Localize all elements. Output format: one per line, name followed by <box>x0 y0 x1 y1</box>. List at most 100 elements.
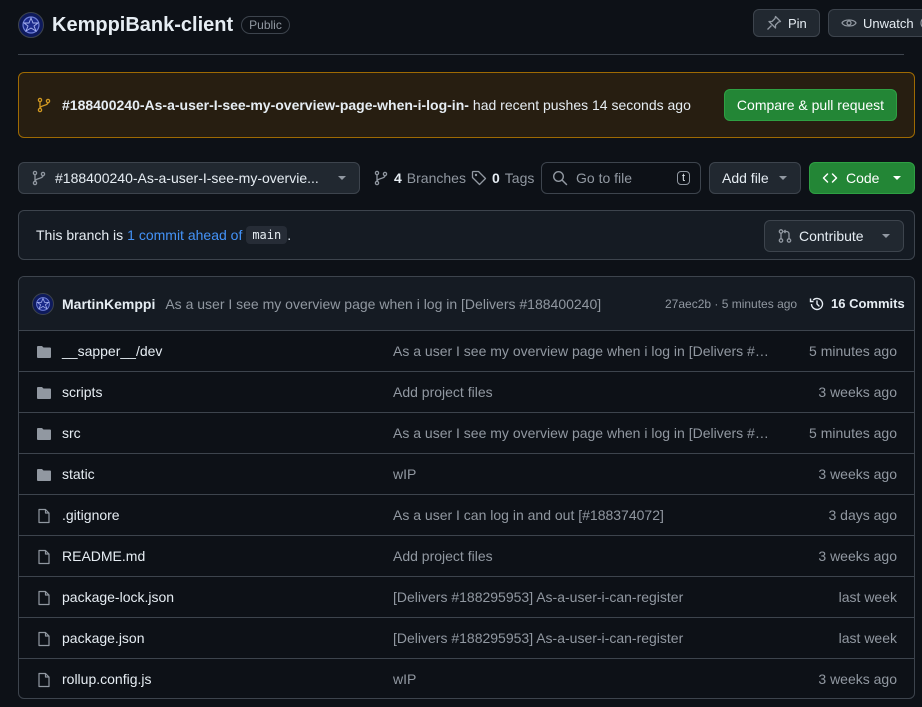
branch-icon <box>36 97 52 113</box>
folder-icon <box>36 426 52 442</box>
folder-icon <box>36 385 52 401</box>
file-icon <box>36 549 52 565</box>
file-name[interactable]: scripts <box>62 384 102 400</box>
caret-down-icon <box>778 173 788 183</box>
file-commit-date: 3 weeks ago <box>818 548 897 564</box>
history-icon <box>809 296 825 312</box>
file-name[interactable]: rollup.config.js <box>62 671 152 687</box>
owner-avatar[interactable] <box>18 12 44 38</box>
commit-sha-time[interactable]: 27aec2b · 5 minutes ago <box>665 297 797 311</box>
visibility-badge: Public <box>241 16 290 34</box>
header-actions: Pin Unwatch <box>753 9 922 37</box>
file-commit-message[interactable]: [Delivers #188295953] As-a-user-i-can-re… <box>393 589 773 605</box>
tags-count: 0 <box>492 170 500 186</box>
file-name[interactable]: src <box>62 425 81 441</box>
commit-message[interactable]: As a user I see my overview page when i … <box>165 296 601 312</box>
branches-label: Branches <box>406 170 466 186</box>
search-icon <box>552 170 568 186</box>
file-commit-date: last week <box>838 589 897 605</box>
compare-pull-request-button[interactable]: Compare & pull request <box>723 89 897 121</box>
contribute-label: Contribute <box>799 228 864 244</box>
file-row[interactable]: package-lock.json [Delivers #188295953] A… <box>19 577 914 618</box>
caret-down-icon <box>881 231 891 241</box>
eye-icon <box>841 15 857 31</box>
tags-label: Tags <box>504 170 535 186</box>
go-to-file-placeholder: Go to file <box>576 170 633 186</box>
file-commit-date: 3 weeks ago <box>818 671 897 687</box>
repo-header: KemppiBank-client Public <box>18 10 290 40</box>
file-commit-date: 5 minutes ago <box>809 425 897 441</box>
commits-ahead-link[interactable]: 1 commit ahead of <box>127 227 242 243</box>
latest-commit-row: MartinKemppi As a user I see my overview… <box>19 277 914 331</box>
author-avatar[interactable] <box>32 292 54 315</box>
pin-button[interactable]: Pin <box>753 9 820 37</box>
file-icon <box>36 508 52 524</box>
branch-selector[interactable]: #188400240-As-a-user-I-see-my-overvie... <box>18 162 360 194</box>
repo-toolbar: #188400240-As-a-user-I-see-my-overvie...… <box>18 162 915 194</box>
file-commit-date: 3 weeks ago <box>818 384 897 400</box>
file-commit-message[interactable]: Add project files <box>393 548 773 564</box>
file-commit-message[interactable]: As a user I see my overview page when i … <box>393 343 773 359</box>
file-row[interactable]: scripts Add project files 3 weeks ago <box>19 372 914 413</box>
file-row[interactable]: src As a user I see my overview page when… <box>19 413 914 454</box>
commits-history-link[interactable]: 16 Commits <box>809 296 905 312</box>
file-commit-message[interactable]: As a user I can log in and out [#1883740… <box>393 507 773 523</box>
pin-label: Pin <box>788 15 807 31</box>
branch-selector-label: #188400240-As-a-user-I-see-my-overvie... <box>55 170 319 186</box>
pushed-branch-name[interactable]: #188400240-As-a-user-I-see-my-overview-p… <box>62 97 469 113</box>
branch-icon <box>31 170 47 186</box>
go-to-file-input[interactable]: Go to file t <box>541 162 701 194</box>
file-commit-message[interactable]: wIP <box>393 466 773 482</box>
unwatch-label: Unwatch <box>863 15 914 31</box>
code-button[interactable]: Code <box>809 162 915 194</box>
recent-push-banner: #188400240-As-a-user-I-see-my-overview-p… <box>18 72 915 138</box>
folder-icon <box>36 344 52 360</box>
file-list: __sapper__/dev As a user I see my overvie… <box>19 331 914 698</box>
file-name[interactable]: README.md <box>62 548 145 564</box>
add-file-button[interactable]: Add file <box>709 162 801 194</box>
file-commit-message[interactable]: Add project files <box>393 384 773 400</box>
file-commit-date: last week <box>838 630 897 646</box>
unwatch-button[interactable]: Unwatch <box>828 9 922 37</box>
file-icon <box>36 631 52 647</box>
tag-icon <box>471 170 487 186</box>
file-commit-message[interactable]: As a user I see my overview page when i … <box>393 425 773 441</box>
caret-down-icon <box>892 173 902 183</box>
contribute-button[interactable]: Contribute <box>764 220 904 252</box>
file-row[interactable]: .gitignore As a user I can log in and out… <box>19 495 914 536</box>
file-name[interactable]: package-lock.json <box>62 589 174 605</box>
file-commit-date: 5 minutes ago <box>809 343 897 359</box>
file-icon <box>36 590 52 606</box>
pin-icon <box>766 15 782 31</box>
branches-link[interactable]: 4 Branches <box>373 162 466 194</box>
folder-icon <box>36 467 52 483</box>
code-label: Code <box>846 170 880 186</box>
add-file-label: Add file <box>722 170 769 186</box>
file-name[interactable]: .gitignore <box>62 507 120 523</box>
file-row[interactable]: README.md Add project files 3 weeks ago <box>19 536 914 577</box>
commit-author[interactable]: MartinKemppi <box>62 296 155 312</box>
push-message: had recent pushes 14 seconds ago <box>472 97 691 113</box>
base-branch: main <box>246 226 288 244</box>
file-table: MartinKemppi As a user I see my overview… <box>18 276 915 699</box>
code-icon <box>822 170 838 186</box>
file-commit-message[interactable]: [Delivers #188295953] As-a-user-i-can-re… <box>393 630 773 646</box>
header-divider <box>18 54 904 55</box>
file-name[interactable]: __sapper__/dev <box>62 343 162 359</box>
go-to-file-shortcut: t <box>676 171 690 185</box>
tags-link[interactable]: 0 Tags <box>471 162 534 194</box>
file-icon <box>36 672 52 688</box>
caret-down-icon <box>337 173 347 183</box>
commits-label: 16 Commits <box>831 296 905 311</box>
file-commit-date: 3 weeks ago <box>818 466 897 482</box>
file-name[interactable]: static <box>62 466 95 482</box>
file-row[interactable]: static wIP 3 weeks ago <box>19 454 914 495</box>
file-row[interactable]: __sapper__/dev As a user I see my overvie… <box>19 331 914 372</box>
ahead-suffix: . <box>287 227 292 243</box>
file-row[interactable]: rollup.config.js wIP 3 weeks ago <box>19 659 914 698</box>
branch-ahead-notice: This branch is 1 commit ahead of main . … <box>18 210 915 260</box>
repo-name[interactable]: KemppiBank-client <box>52 14 233 37</box>
file-commit-message[interactable]: wIP <box>393 671 773 687</box>
file-name[interactable]: package.json <box>62 630 145 646</box>
file-row[interactable]: package.json [Delivers #188295953] As-a-u… <box>19 618 914 659</box>
